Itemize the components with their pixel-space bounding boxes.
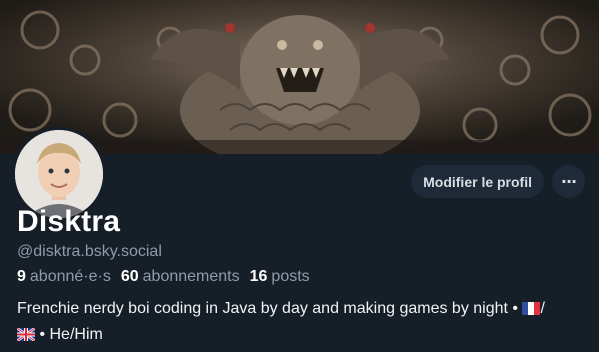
bio-text: Frenchie nerdy boi coding in Java by day… <box>17 300 523 317</box>
followers-link[interactable]: 9 abonné·e·s <box>17 268 111 286</box>
followers-count: 9 <box>17 268 26 285</box>
bio-tail: • He/Him <box>35 326 103 343</box>
following-label: abonnements <box>142 268 240 285</box>
ellipsis-icon: ··· <box>560 172 577 191</box>
french-flag-icon <box>522 299 541 323</box>
more-options-button[interactable]: ··· <box>552 165 585 198</box>
followers-label: abonné·e·s <box>29 268 111 285</box>
banner-artwork <box>0 0 599 154</box>
profile-bio: Frenchie nerdy boi coding in Java by day… <box>16 297 587 349</box>
posts-count: 16 <box>249 268 268 285</box>
following-count: 60 <box>120 268 139 285</box>
bio-separator: / <box>540 300 545 317</box>
profile-banner[interactable] <box>0 0 599 154</box>
following-link[interactable]: 60 abonnements <box>121 268 240 286</box>
profile-actions: Modifier le profil ··· <box>411 165 585 198</box>
handle: @disktra.bsky.social <box>17 243 162 260</box>
posts-stat: 16 posts <box>250 268 310 286</box>
display-name: Disktra <box>17 205 121 238</box>
edit-profile-button[interactable]: Modifier le profil <box>411 165 544 198</box>
posts-label: posts <box>271 268 310 285</box>
uk-flag-icon <box>16 325 36 349</box>
profile-stats: 9 abonné·e·s 60 abonnements 16 posts <box>17 268 310 286</box>
